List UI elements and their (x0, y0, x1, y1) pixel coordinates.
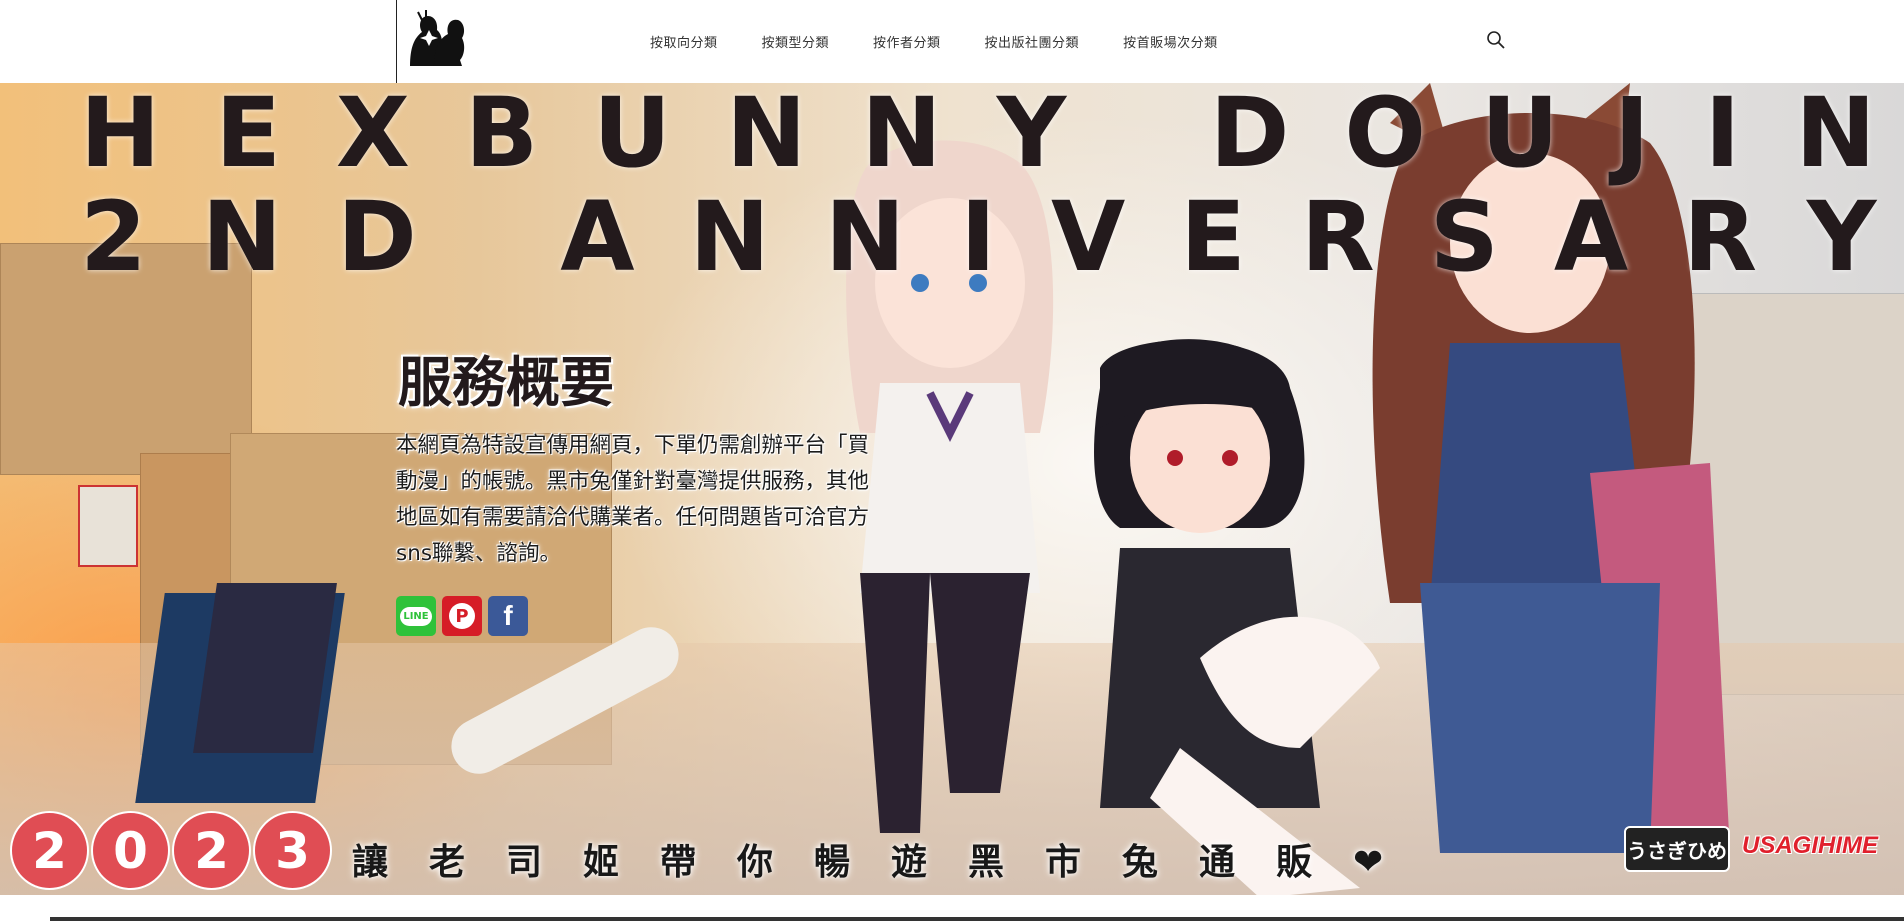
site-header: 按取向分類 按類型分類 按作者分類 按出版社團分類 按首販場次分類 (0, 0, 1904, 83)
main-nav: 按取向分類 按類型分類 按作者分類 按出版社團分類 按首販場次分類 (650, 0, 1262, 83)
hexbunny-logo-icon (410, 10, 465, 67)
site-logo[interactable] (396, 0, 477, 83)
year-digit: 2 (12, 813, 87, 888)
year-digit: 3 (255, 813, 330, 888)
service-description: 本網頁為特設宣傳用網頁，下單仍需創辦平台「買動漫」的帳號。黑市兔僅針對臺灣提供服… (396, 433, 870, 566)
nav-item-author[interactable]: 按作者分類 (873, 32, 941, 51)
line-icon[interactable]: LINE (396, 596, 436, 636)
year-digit: 2 (174, 813, 249, 888)
year-badge: 2 0 2 3 (12, 813, 330, 888)
hero-banner: HEXBUNNY DOUJIN 2ND ANNIVERSARY 服務概要 本網頁… (0, 83, 1904, 895)
hero-slogan: 讓老司姬帶你暢遊黑市兔通販❤ (352, 842, 1425, 883)
year-digit: 0 (93, 813, 168, 888)
hero-title-line1: HEXBUNNY DOUJIN (80, 83, 1904, 189)
facebook-icon[interactable]: f (488, 596, 528, 636)
social-links: LINE P f (396, 596, 528, 636)
nav-item-orientation[interactable]: 按取向分類 (650, 32, 718, 51)
pixiv-icon[interactable]: P (442, 596, 482, 636)
fragile-sticker (78, 485, 138, 567)
usagihime-logo-jp: うさぎひめ (1624, 826, 1730, 872)
notebook-image (193, 583, 337, 753)
usagihime-logo-en: USAGIHIME (1742, 832, 1879, 859)
nav-item-first-sale-event[interactable]: 按首販場次分類 (1123, 32, 1218, 51)
divider (50, 917, 1904, 921)
nav-item-genre[interactable]: 按類型分類 (762, 32, 830, 51)
service-title: 服務概要 (398, 351, 614, 414)
hero-title-line2: 2ND ANNIVERSARY (80, 181, 1904, 293)
nav-item-circle[interactable]: 按出版社團分類 (985, 32, 1080, 51)
search-icon[interactable] (1486, 30, 1506, 50)
